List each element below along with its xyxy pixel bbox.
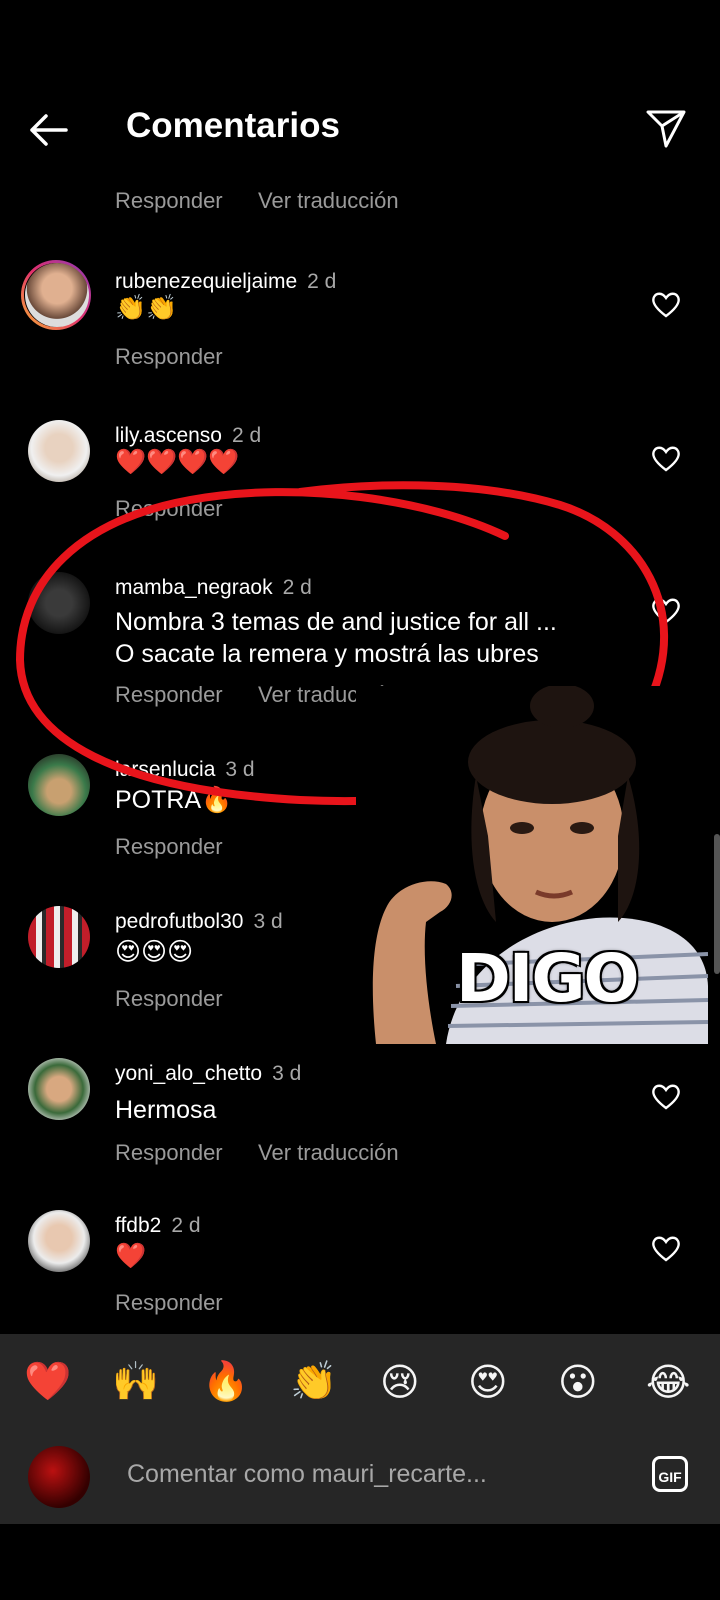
avatar [28, 1446, 90, 1508]
comment-input[interactable]: Comentar como mauri_recarte... [127, 1460, 487, 1489]
emoji-clap-button[interactable]: 👏 [290, 1360, 337, 1404]
emoji-cry-button[interactable]: 😢 [380, 1360, 420, 1405]
emoji-laughing-button[interactable]: 😂 [646, 1360, 690, 1405]
gif-button[interactable]: GIF [652, 1456, 688, 1492]
emoji-quick-bar: ❤️ 🙌 🔥 👏 😢 😍 😮 😂 [0, 1334, 720, 1434]
scrollbar[interactable] [714, 834, 720, 974]
emoji-raised-hands-button[interactable]: 🙌 [112, 1360, 159, 1404]
emoji-heart-eyes-button[interactable]: 😍 [468, 1360, 508, 1405]
meme-caption: DIGO [456, 940, 640, 1017]
emoji-fire-button[interactable]: 🔥 [202, 1360, 249, 1404]
comment-input-bar: Comentar como mauri_recarte... GIF [0, 1434, 720, 1524]
emoji-surprised-button[interactable]: 😮 [558, 1360, 598, 1405]
emoji-heart-button[interactable]: ❤️ [24, 1360, 71, 1404]
